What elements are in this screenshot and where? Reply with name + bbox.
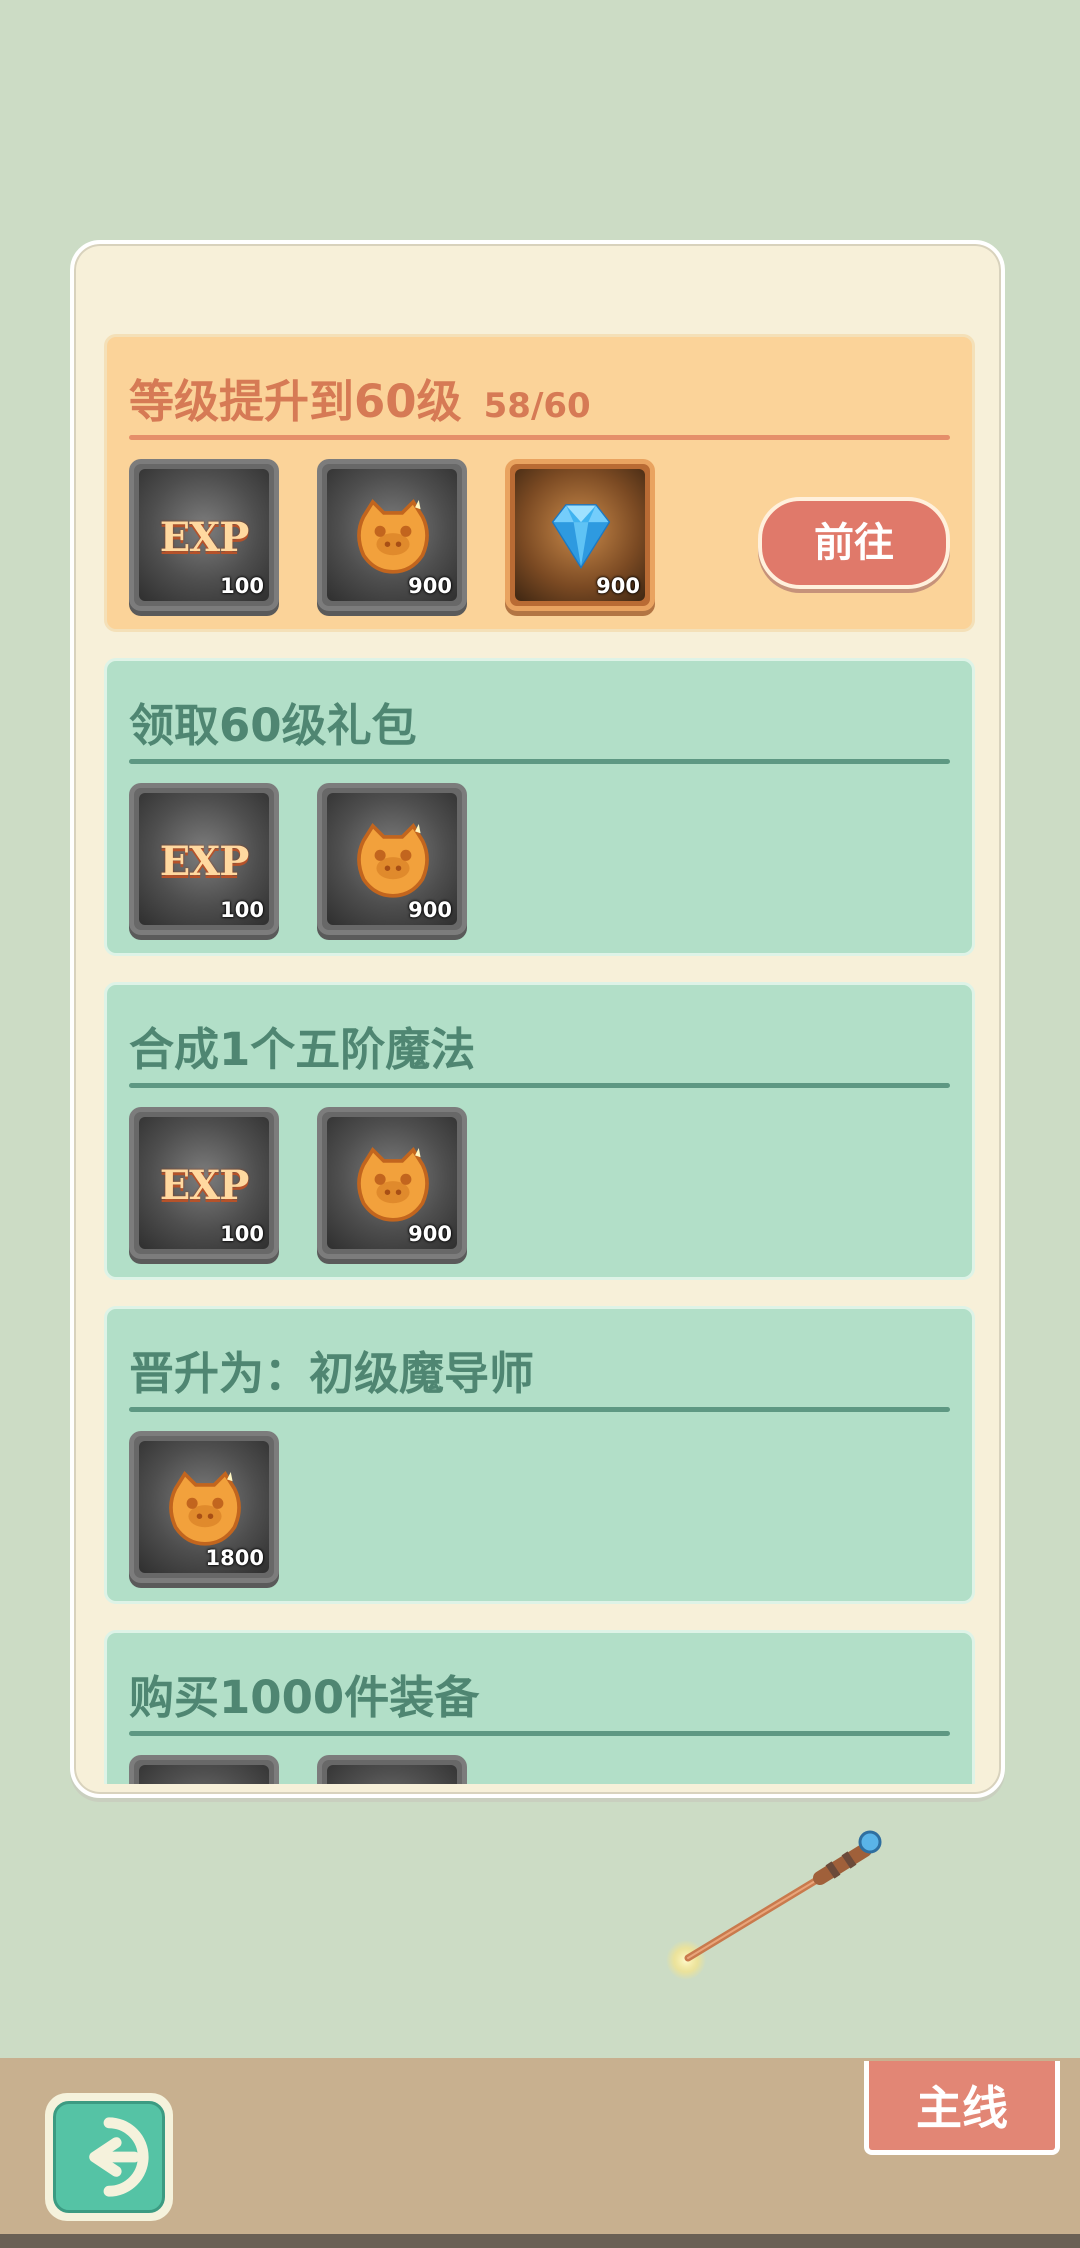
reward-diamond[interactable]: 900 (505, 459, 655, 611)
task-item: 等级提升到60级 58/60 EXP 100 900 900 前往 (104, 334, 975, 632)
task-divider (129, 1731, 950, 1736)
go-button[interactable]: 前往 (758, 497, 950, 589)
reward-count: 1800 (205, 1546, 264, 1570)
task-list[interactable]: 等级提升到60级 58/60 EXP 100 900 900 前往 领取60级礼… (104, 334, 975, 1784)
pig-coin-icon (357, 498, 429, 574)
task-title-text: 等级提升到60级 (129, 375, 462, 428)
exp-icon: EXP (159, 514, 250, 561)
task-progress: 58/60 (483, 386, 591, 426)
task-item: 合成1个五阶魔法 EXP 100 900 (104, 982, 975, 1280)
task-divider (129, 759, 950, 764)
task-item: 晋升为：初级魔导师 1800 (104, 1306, 975, 1604)
back-button[interactable] (45, 2093, 173, 2221)
reward-count: 100 (220, 898, 264, 922)
pig-coin-icon (357, 1146, 429, 1222)
reward-coin[interactable]: 900 (317, 783, 467, 935)
task-title: 领取60级礼包 (129, 699, 417, 752)
reward-coin[interactable]: 1800 (129, 1431, 279, 1583)
task-panel: 等级提升到60级 58/60 EXP 100 900 900 前往 领取60级礼… (70, 240, 1005, 1798)
reward-coin[interactable]: 900 (317, 1107, 467, 1259)
pig-coin-icon (169, 1470, 241, 1546)
reward-count: 900 (408, 1222, 452, 1246)
main-quest-button[interactable]: 主线 (864, 2061, 1060, 2155)
reward-exp[interactable]: EXP 100 (129, 1107, 279, 1259)
reward-item[interactable] (129, 1755, 279, 1784)
task-title: 合成1个五阶魔法 (129, 1023, 476, 1076)
reward-count: 900 (408, 898, 452, 922)
task-item: 领取60级礼包 EXP 100 900 (104, 658, 975, 956)
exp-icon: EXP (159, 1162, 250, 1209)
task-divider (129, 1407, 950, 1412)
reward-count: 900 (596, 574, 640, 598)
task-divider (129, 435, 950, 440)
reward-coin[interactable]: 900 (317, 459, 467, 611)
reward-item[interactable] (317, 1755, 467, 1784)
task-title: 等级提升到60级 58/60 (129, 365, 591, 430)
task-title: 晋升为：初级魔导师 (129, 1347, 535, 1400)
pig-coin-icon (357, 822, 429, 898)
exp-icon: EXP (159, 838, 250, 885)
task-item: 购买1000件装备 (104, 1630, 975, 1784)
diamond-icon (551, 504, 611, 569)
reward-count: 900 (408, 574, 452, 598)
reward-count: 100 (220, 574, 264, 598)
back-arrow-icon (89, 2117, 149, 2197)
magic-wand-icon (666, 1830, 882, 1980)
reward-exp[interactable]: EXP 100 (129, 459, 279, 611)
reward-exp[interactable]: EXP 100 (129, 783, 279, 935)
task-title: 购买1000件装备 (129, 1671, 480, 1724)
task-divider (129, 1083, 950, 1088)
reward-count: 100 (220, 1222, 264, 1246)
